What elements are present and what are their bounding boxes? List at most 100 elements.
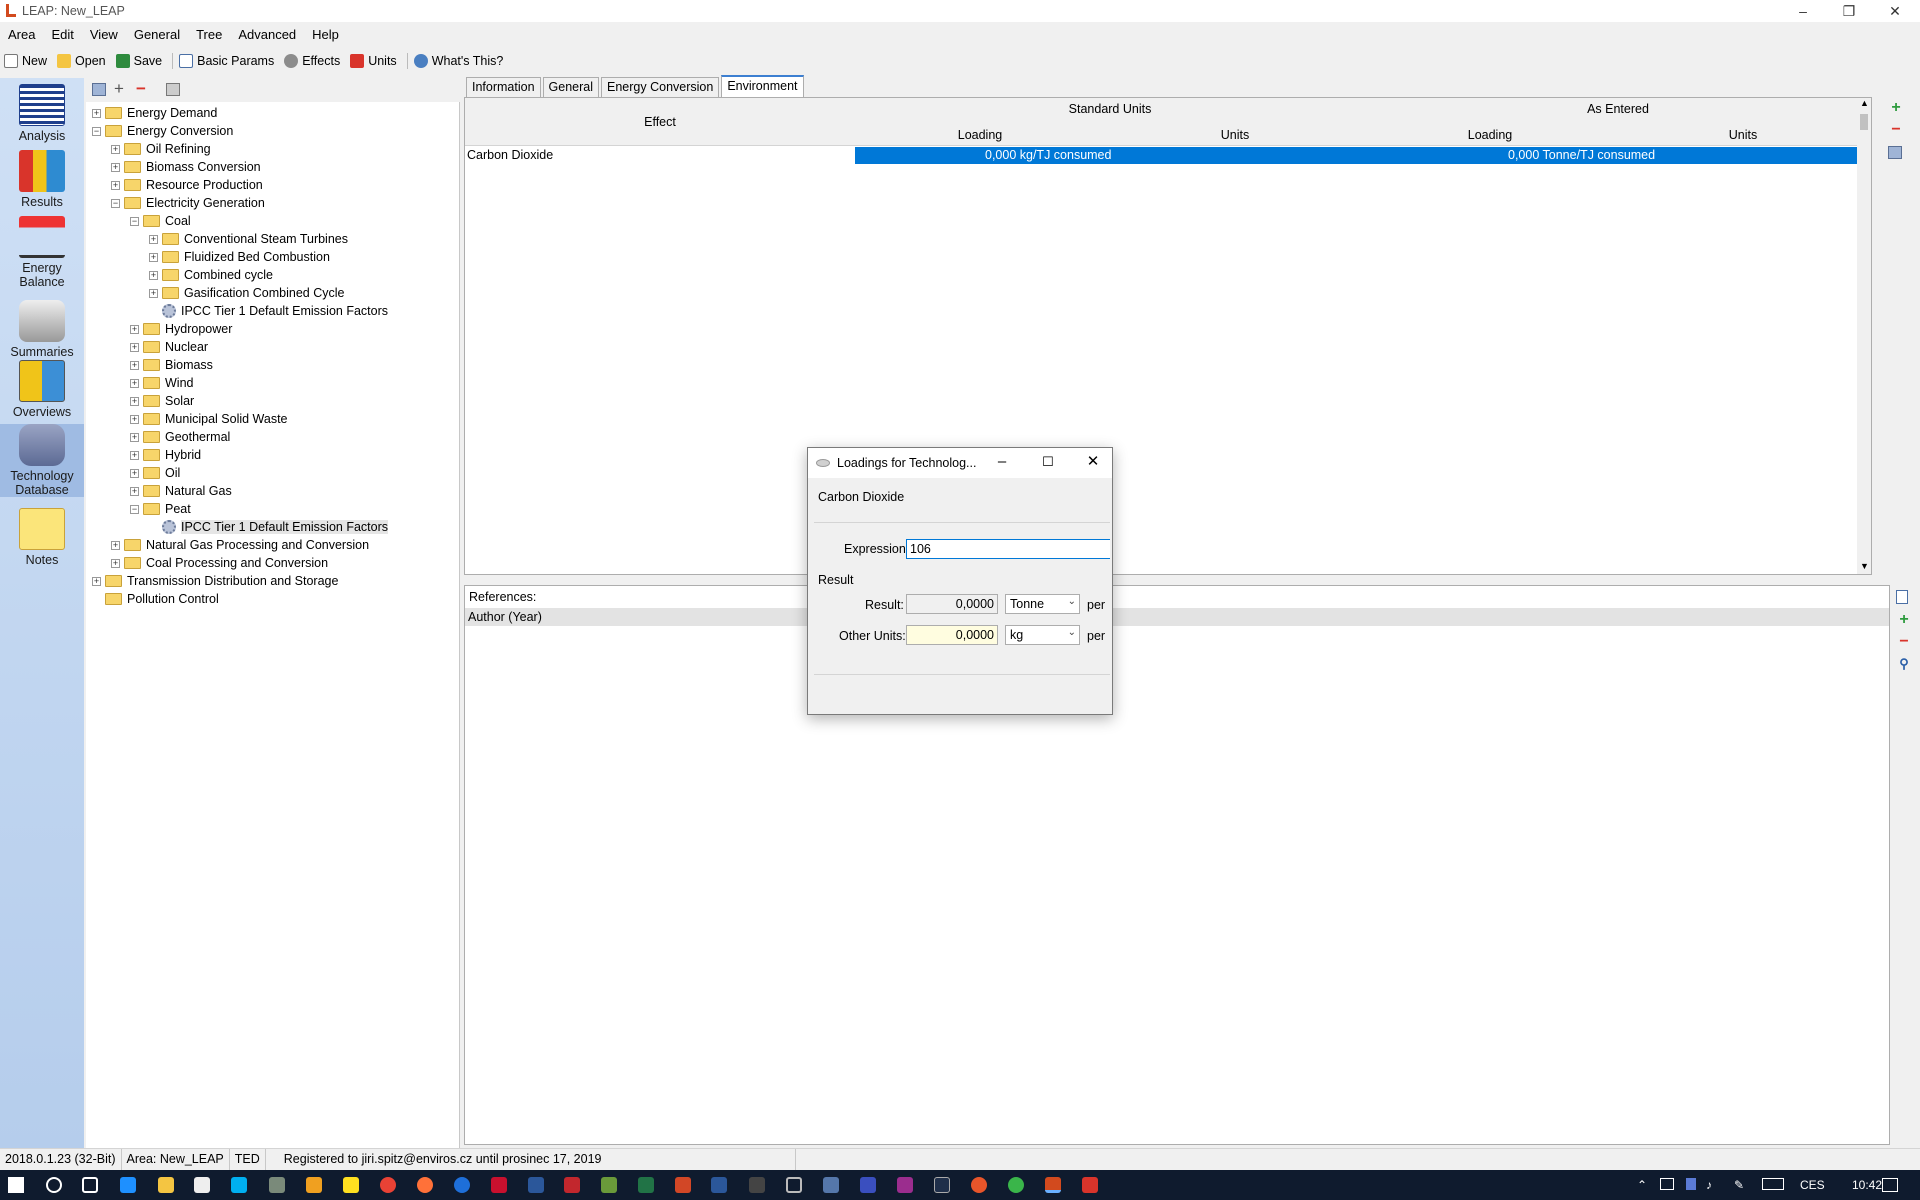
tree-item[interactable]: + Geothermal [130, 428, 230, 446]
search-icon[interactable]: ⚲ [1896, 656, 1912, 672]
tree-expander-icon[interactable]: − [130, 504, 139, 514]
add-branch-icon[interactable]: + [114, 79, 124, 99]
app-icon[interactable] [786, 1177, 802, 1193]
nav-summaries[interactable]: Summaries [0, 300, 84, 359]
dialog-close-icon[interactable]: ✕ [1085, 454, 1101, 470]
menu-tree[interactable]: Tree [188, 26, 230, 44]
app-icon[interactable] [306, 1177, 322, 1193]
tree-item[interactable]: Pollution Control [92, 590, 219, 608]
powershell-icon[interactable] [934, 1177, 950, 1193]
outlook-icon[interactable] [528, 1177, 544, 1193]
tree-expander-icon[interactable]: + [130, 414, 139, 424]
tab-general[interactable]: General [542, 77, 600, 97]
print-icon[interactable] [166, 83, 180, 96]
dialog-maximize-icon[interactable]: ☐ [1040, 454, 1056, 470]
windows-start-icon[interactable] [8, 1177, 24, 1193]
app-icon[interactable] [269, 1177, 285, 1193]
language-indicator[interactable]: CES [1800, 1178, 1825, 1192]
tree-item[interactable]: + Conventional Steam Turbines [149, 230, 348, 248]
nav-analysis[interactable]: Analysis [0, 84, 84, 143]
app-icon[interactable] [897, 1177, 913, 1193]
word-icon[interactable] [711, 1177, 727, 1193]
delete-branch-icon[interactable]: − [136, 79, 146, 99]
tab-environment[interactable]: Environment [721, 75, 804, 97]
tree-expander-icon[interactable]: − [92, 126, 101, 136]
remote-desktop-icon[interactable] [823, 1177, 839, 1193]
scroll-down-icon[interactable]: ▼ [1860, 561, 1869, 571]
table-row[interactable]: Carbon Dioxide 0,000 kg/TJ consumed 0,00… [465, 147, 1871, 164]
tree-item[interactable]: IPCC Tier 1 Default Emission Factors [149, 518, 389, 536]
firefox-icon[interactable] [417, 1177, 433, 1193]
keyboard-icon[interactable] [1762, 1178, 1784, 1190]
access-icon[interactable] [564, 1177, 580, 1193]
tree-item[interactable]: + Resource Production [111, 176, 263, 194]
menu-edit[interactable]: Edit [43, 26, 81, 44]
units-button[interactable]: Units [350, 54, 397, 68]
clock[interactable]: 10:42 [1852, 1178, 1882, 1192]
tree-expander-icon[interactable]: + [130, 432, 139, 442]
tree-item[interactable]: + Biomass [130, 356, 213, 374]
tree-item[interactable]: + Combined cycle [149, 266, 273, 284]
task-view-icon[interactable] [82, 1177, 98, 1193]
app-icon[interactable] [860, 1177, 876, 1193]
tree-item[interactable]: + Fluidized Bed Combustion [149, 248, 330, 266]
tree-expander-icon[interactable]: + [130, 378, 139, 388]
app-tray-icon[interactable] [1686, 1178, 1696, 1190]
edge-icon[interactable] [120, 1177, 136, 1193]
excel-icon[interactable] [638, 1177, 654, 1193]
tree-item[interactable]: + Hybrid [130, 446, 201, 464]
tree-expander-icon[interactable]: + [111, 180, 120, 190]
file-explorer-icon[interactable] [158, 1177, 174, 1193]
app-icon[interactable] [601, 1177, 617, 1193]
chrome-icon[interactable] [380, 1177, 396, 1193]
menu-general[interactable]: General [126, 26, 188, 44]
nav-overviews[interactable]: Overviews [0, 360, 84, 419]
tree-item[interactable]: + Biomass Conversion [111, 158, 261, 176]
save-button[interactable]: Save [115, 54, 162, 68]
tree-item[interactable]: IPCC Tier 1 Default Emission Factors [149, 302, 388, 320]
nav-technology-database[interactable]: Technology Database [0, 424, 84, 497]
basic-params-button[interactable]: Basic Params [179, 54, 274, 68]
tree-item[interactable]: − Coal [130, 212, 191, 230]
tree-expander-icon[interactable]: + [130, 468, 139, 478]
tree-expander-icon[interactable]: + [111, 144, 120, 154]
grid-scrollbar[interactable]: ▲ ▼ [1857, 98, 1871, 574]
tree-item[interactable]: + Solar [130, 392, 194, 410]
app-icon[interactable] [971, 1177, 987, 1193]
other-units-value[interactable]: 0,0000 [906, 625, 998, 645]
tree-expander-icon[interactable]: − [111, 198, 120, 208]
tree-expander-icon[interactable]: + [130, 324, 139, 334]
tree-properties-icon[interactable] [92, 83, 106, 96]
open-button[interactable]: Open [57, 54, 106, 68]
tree-expander-icon[interactable]: + [111, 162, 120, 172]
pen-icon[interactable]: ✎ [1734, 1178, 1744, 1192]
add-effect-icon[interactable]: + [1888, 100, 1904, 116]
nav-notes[interactable]: Notes [0, 508, 84, 567]
skype-icon[interactable] [231, 1177, 247, 1193]
tree-expander-icon[interactable]: + [130, 486, 139, 496]
new-reference-icon[interactable] [1896, 590, 1908, 604]
effect-properties-icon[interactable] [1888, 146, 1902, 159]
tree-item[interactable]: + Oil Refining [111, 140, 211, 158]
tree-expander-icon[interactable]: + [130, 396, 139, 406]
tree-item[interactable]: − Peat [130, 500, 191, 518]
scroll-up-icon[interactable]: ▲ [1860, 98, 1869, 108]
tree-expander-icon[interactable]: + [111, 540, 120, 550]
thunderbird-icon[interactable] [454, 1177, 470, 1193]
tree-item[interactable]: + Oil [130, 464, 180, 482]
tab-information[interactable]: Information [466, 77, 541, 97]
tree-expander-icon[interactable]: + [92, 576, 101, 586]
network-icon[interactable] [1660, 1178, 1674, 1190]
tree-item[interactable]: + Gasification Combined Cycle [149, 284, 345, 302]
search-icon[interactable] [46, 1177, 62, 1193]
scroll-thumb[interactable] [1860, 114, 1868, 130]
tree-item[interactable]: + Wind [130, 374, 193, 392]
tree-item[interactable]: + Hydropower [130, 320, 232, 338]
command-prompt-icon[interactable] [749, 1177, 765, 1193]
leap-taskbar-icon[interactable] [1045, 1177, 1061, 1193]
tree-expander-icon[interactable]: + [149, 252, 158, 262]
tree-item[interactable]: + Coal Processing and Conversion [111, 554, 328, 572]
tree-item[interactable]: + Transmission Distribution and Storage [92, 572, 338, 590]
notifications-icon[interactable] [1882, 1178, 1898, 1192]
tree-expander-icon[interactable]: + [130, 450, 139, 460]
